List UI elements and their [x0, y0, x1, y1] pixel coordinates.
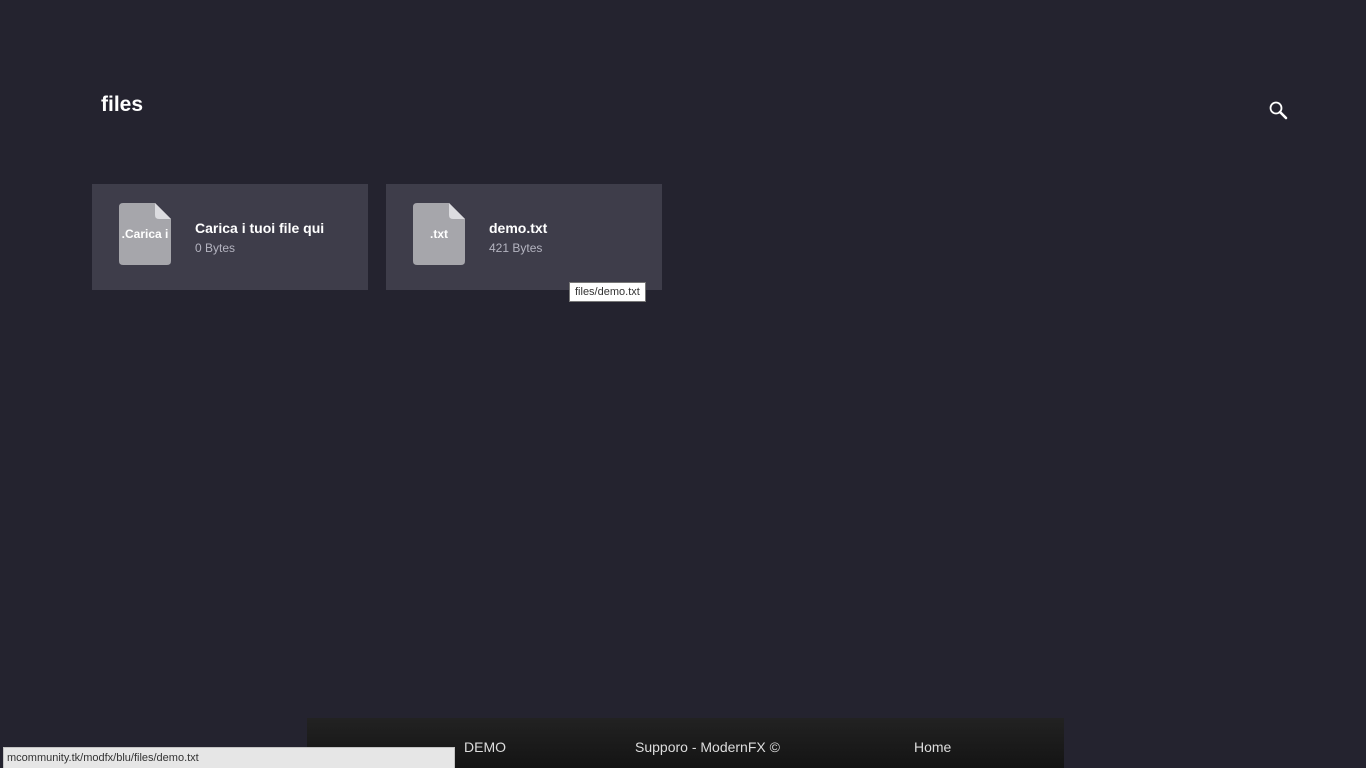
- file-icon: .txt: [413, 203, 465, 265]
- file-name: Carica i tuoi file qui: [195, 220, 325, 236]
- file-name: demo.txt: [489, 220, 548, 236]
- file-size: 0 Bytes: [195, 241, 236, 255]
- file-extension: .Carica i: [121, 227, 169, 241]
- search-button[interactable]: [1266, 98, 1290, 122]
- search-icon: [1269, 101, 1288, 120]
- footer-demo-link[interactable]: DEMO: [464, 739, 506, 755]
- browser-status-bar: mcommunity.tk/modfx/blu/files/demo.txt: [3, 747, 455, 768]
- file-extension: .txt: [430, 227, 448, 241]
- file-size: 421 Bytes: [489, 241, 543, 255]
- page-title: files: [101, 93, 144, 116]
- file-path-tooltip: files/demo.txt: [569, 282, 646, 302]
- footer-home-link[interactable]: Home: [914, 739, 951, 755]
- file-icon: .Carica i: [119, 203, 171, 265]
- file-card-demo-txt[interactable]: .txt demo.txt 421 Bytes: [386, 184, 662, 290]
- file-card-carica[interactable]: .Carica i Carica i tuoi file qui 0 Bytes: [92, 184, 368, 290]
- footer-support-link[interactable]: Supporo - ModernFX ©: [635, 739, 780, 755]
